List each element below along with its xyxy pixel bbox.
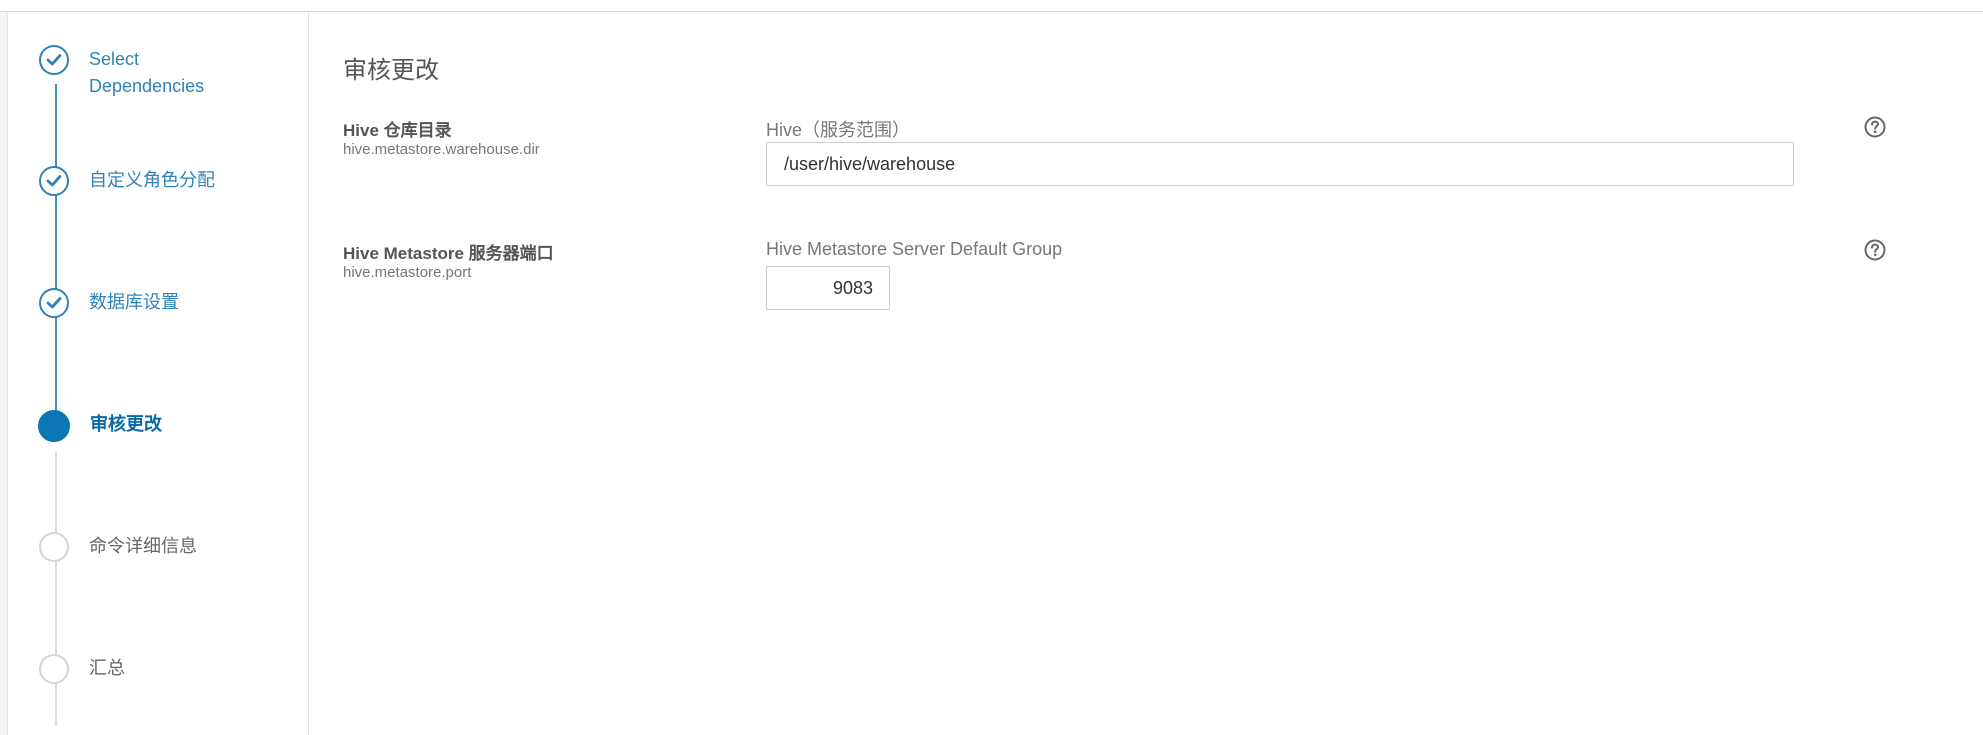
step-label: 数据库设置 [89, 292, 179, 312]
step-label: 审核更改 [90, 414, 162, 434]
property-name: Hive Metastore 服务器端口 [343, 244, 554, 263]
property-scope: Hive（服务范围） [766, 120, 911, 140]
step-done-marker [39, 45, 69, 75]
step-pending-marker [39, 654, 69, 684]
step-review-changes[interactable]: 审核更改 [38, 410, 162, 442]
check-icon [46, 54, 62, 66]
property-scope: Hive Metastore Server Default Group [766, 239, 1063, 259]
step-summary[interactable]: 汇总 [39, 654, 125, 684]
step-done-marker [39, 288, 69, 318]
step-select-dependencies[interactable]: Select Dependencies [39, 45, 249, 100]
property-name: Hive 仓库目录 [343, 121, 452, 140]
page-title: 审核更改 [343, 57, 439, 84]
step-label: 汇总 [89, 658, 125, 678]
property-key: hive.metastore.warehouse.dir [343, 141, 540, 158]
wizard-steps-sidebar: Select Dependencies 自定义角色分配 数据库设置 审核更改 命… [8, 12, 309, 735]
check-icon [46, 297, 62, 309]
step-label: 命令详细信息 [89, 536, 197, 556]
step-done-marker [39, 166, 69, 196]
check-icon [46, 175, 62, 187]
property-key: hive.metastore.port [343, 264, 472, 281]
step-command-details[interactable]: 命令详细信息 [39, 532, 197, 562]
metastore-port-input[interactable] [766, 266, 890, 310]
step-label: Select Dependencies [89, 49, 205, 96]
step-connector-completed [55, 84, 57, 440]
step-connector-pending [55, 452, 57, 726]
wizard-page: Select Dependencies 自定义角色分配 数据库设置 审核更改 命… [0, 0, 1983, 735]
step-label: 自定义角色分配 [89, 170, 215, 190]
question-circle-icon[interactable] [1864, 116, 1886, 138]
step-current-marker [38, 410, 70, 442]
warehouse-dir-input[interactable] [766, 142, 1794, 186]
step-pending-marker [39, 532, 69, 562]
step-custom-role-assignment[interactable]: 自定义角色分配 [39, 166, 215, 196]
step-database-setup[interactable]: 数据库设置 [39, 288, 179, 318]
left-edge-bar [0, 12, 8, 735]
question-circle-icon[interactable] [1864, 239, 1886, 261]
top-divider [0, 0, 1983, 12]
